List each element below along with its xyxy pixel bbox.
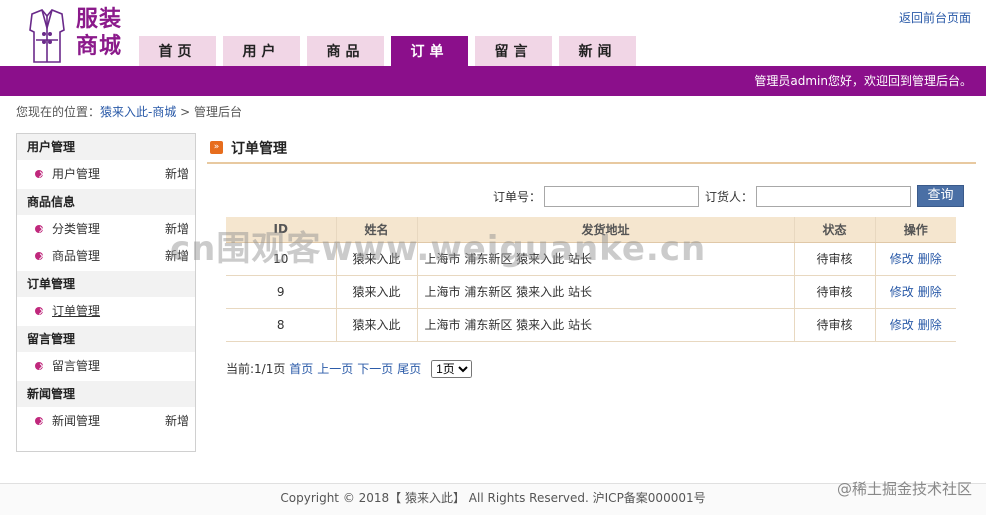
- nav-tab-home[interactable]: 首页: [139, 36, 216, 66]
- breadcrumb-prefix: 您现在的位置：: [16, 105, 101, 119]
- customer-input[interactable]: [756, 185, 912, 207]
- nav-tab-users[interactable]: 用户: [223, 36, 300, 66]
- sidebar-item-news-management[interactable]: 新闻管理 新增: [17, 407, 195, 436]
- logo-text-line2: 商城: [76, 33, 123, 59]
- main-nav: 首页 用户 商品 订单 留言 新闻: [139, 36, 643, 66]
- cell-name: 猿来入此: [335, 308, 417, 342]
- table-row: 9 猿来入此 上海市 浦东新区 猿来入此 站长 待审核 修改 删除: [226, 275, 956, 309]
- order-no-input[interactable]: [544, 185, 700, 207]
- col-header-name: 姓名: [335, 217, 417, 243]
- cell-actions: 修改 删除: [874, 308, 956, 342]
- cell-address: 上海市 浦东新区 猿来入此 站长: [416, 308, 794, 342]
- pager-select[interactable]: 1页: [431, 360, 473, 378]
- breadcrumb-site-link[interactable]: 猿来入此-商城: [100, 105, 176, 119]
- breadcrumb: 您现在的位置：猿来入此-商城 > 管理后台: [0, 96, 986, 128]
- copyright-text: Copyright © 2018【 猿来入此】 All Rights Reser…: [280, 491, 706, 505]
- breadcrumb-current: 管理后台: [194, 105, 243, 119]
- col-header-address: 发货地址: [416, 217, 794, 243]
- sidebar-item-order-management[interactable]: 订单管理: [17, 297, 195, 326]
- arrow-bullet-icon: [35, 170, 43, 178]
- nav-tab-news[interactable]: 新闻: [559, 36, 636, 66]
- pager-last-link[interactable]: 尾页: [397, 362, 421, 376]
- corner-watermark: @稀土掘金技术社区: [836, 480, 972, 498]
- arrow-bullet-icon: [35, 417, 43, 425]
- table-row: 10 猿来入此 上海市 浦东新区 猿来入此 站长 待审核 修改 删除: [226, 242, 956, 276]
- sidebar-group-products: 商品信息: [17, 189, 195, 215]
- cell-id: 9: [226, 275, 336, 309]
- sidebar-group-users: 用户管理: [17, 134, 195, 160]
- pager-next-link[interactable]: 下一页: [357, 362, 393, 376]
- cell-status: 待审核: [793, 308, 875, 342]
- cell-name: 猿来入此: [335, 242, 417, 276]
- sidebar-group-messages: 留言管理: [17, 326, 195, 352]
- cell-status: 待审核: [793, 275, 875, 309]
- welcome-text: 管理员admin您好，欢迎回到管理后台。: [754, 74, 972, 88]
- section-title: » 订单管理: [207, 137, 976, 164]
- table-header-row: ID 姓名 发货地址 状态 操作: [226, 217, 956, 243]
- title-arrow-icon: »: [210, 141, 223, 154]
- add-news-link[interactable]: 新增: [165, 407, 189, 436]
- col-header-actions: 操作: [874, 217, 956, 243]
- pagination: 当前:1/1页 首页 上一页 下一页 尾页 1页: [226, 360, 473, 378]
- add-user-link[interactable]: 新增: [165, 160, 189, 189]
- order-no-label: 订单号：: [493, 189, 542, 204]
- sidebar: 用户管理 用户管理 新增 商品信息 分类管理 新增 商品管理 新增 订单管理 订…: [16, 133, 196, 452]
- edit-link[interactable]: 修改: [890, 318, 914, 332]
- arrow-bullet-icon: [35, 307, 43, 315]
- cell-status: 待审核: [793, 242, 875, 276]
- welcome-bar: 管理员admin您好，欢迎回到管理后台。: [0, 66, 986, 96]
- sidebar-item-label[interactable]: 新闻管理: [52, 414, 100, 428]
- delete-link[interactable]: 删除: [918, 318, 942, 332]
- customer-label: 订货人：: [705, 189, 754, 204]
- sidebar-item-label[interactable]: 分类管理: [52, 222, 100, 236]
- edit-link[interactable]: 修改: [890, 252, 914, 266]
- page-title: 订单管理: [231, 141, 287, 157]
- search-form: 订单号： 订货人： 查询: [493, 185, 965, 207]
- edit-link[interactable]: 修改: [890, 285, 914, 299]
- logo-text: 服装 商城: [76, 6, 122, 60]
- cell-actions: 修改 删除: [874, 275, 956, 309]
- arrow-bullet-icon: [35, 225, 43, 233]
- table-row: 8 猿来入此 上海市 浦东新区 猿来入此 站长 待审核 修改 删除: [226, 308, 956, 342]
- arrow-bullet-icon: [35, 252, 43, 260]
- cell-name: 猿来入此: [335, 275, 417, 309]
- sidebar-item-message-management[interactable]: 留言管理: [17, 352, 195, 381]
- pager-current: 当前:1/1页: [226, 362, 286, 376]
- cell-address: 上海市 浦东新区 猿来入此 站长: [416, 242, 794, 276]
- cell-actions: 修改 删除: [874, 242, 956, 276]
- pager-first-link[interactable]: 首页: [289, 362, 313, 376]
- col-header-id: ID: [226, 217, 336, 243]
- back-to-frontend-link[interactable]: 返回前台页面: [899, 9, 971, 26]
- sidebar-item-user-management[interactable]: 用户管理 新增: [17, 160, 195, 189]
- search-button[interactable]: 查询: [917, 185, 965, 207]
- header: 服装 商城 返回前台页面 首页 用户 商品 订单 留言 新闻: [0, 0, 986, 66]
- cell-id: 8: [226, 308, 336, 342]
- sidebar-group-orders: 订单管理: [17, 271, 195, 297]
- nav-tab-orders[interactable]: 订单: [391, 36, 468, 66]
- delete-link[interactable]: 删除: [918, 285, 942, 299]
- nav-tab-messages[interactable]: 留言: [475, 36, 552, 66]
- add-category-link[interactable]: 新增: [165, 215, 189, 244]
- sidebar-item-product-management[interactable]: 商品管理 新增: [17, 242, 195, 271]
- logo-text-line1: 服装: [76, 6, 123, 32]
- delete-link[interactable]: 删除: [918, 252, 942, 266]
- sidebar-item-category-management[interactable]: 分类管理 新增: [17, 215, 195, 244]
- sidebar-item-label[interactable]: 商品管理: [52, 249, 100, 263]
- sidebar-group-news: 新闻管理: [17, 381, 195, 407]
- sidebar-item-label[interactable]: 留言管理: [52, 359, 100, 373]
- orders-table: ID 姓名 发货地址 状态 操作 10 猿来入此 上海市 浦东新区 猿来入此 站…: [226, 217, 956, 342]
- cell-address: 上海市 浦东新区 猿来入此 站长: [416, 275, 794, 309]
- sidebar-item-label[interactable]: 订单管理: [52, 304, 100, 318]
- add-product-link[interactable]: 新增: [165, 242, 189, 271]
- cell-id: 10: [226, 242, 336, 276]
- sidebar-item-label[interactable]: 用户管理: [52, 167, 100, 181]
- arrow-bullet-icon: [35, 362, 43, 370]
- col-header-status: 状态: [793, 217, 875, 243]
- breadcrumb-separator: >: [176, 105, 195, 119]
- nav-tab-products[interactable]: 商品: [307, 36, 384, 66]
- pager-prev-link[interactable]: 上一页: [317, 362, 353, 376]
